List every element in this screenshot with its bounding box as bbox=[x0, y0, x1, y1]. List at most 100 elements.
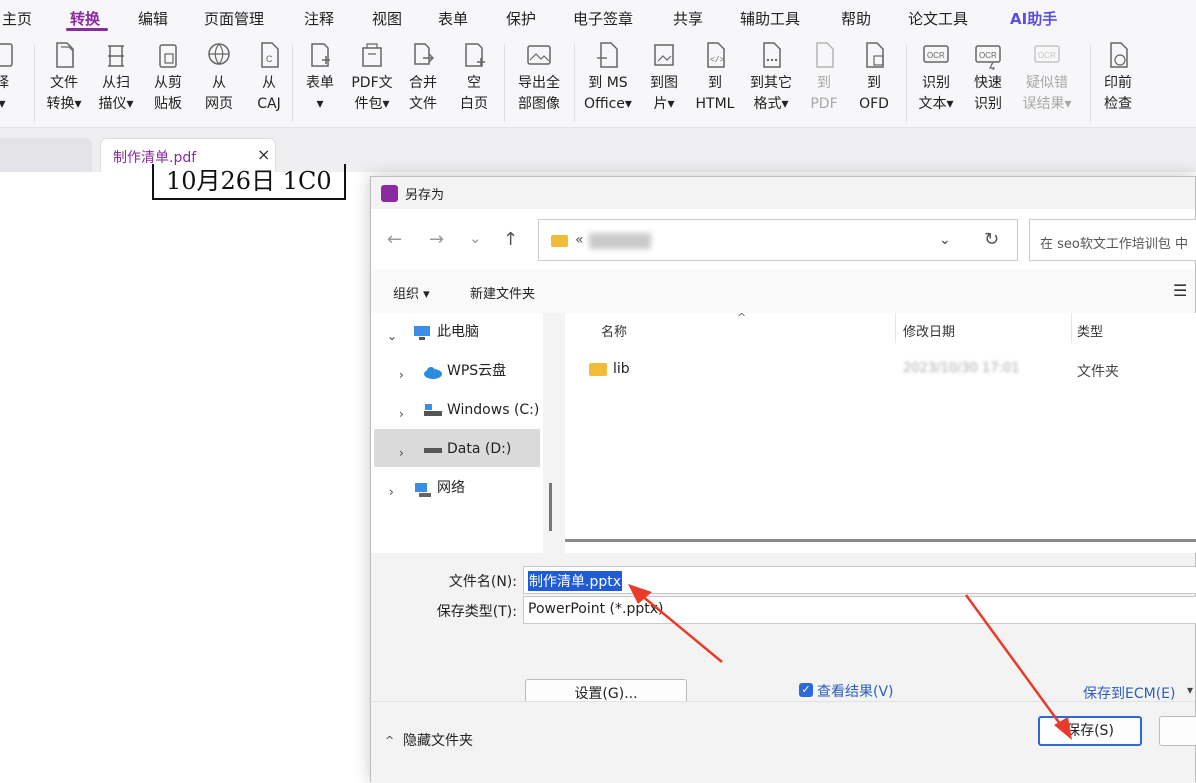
ribbon-preflight-button[interactable]: 印前 检查 bbox=[1088, 40, 1148, 124]
ocr-icon: OCR bbox=[923, 45, 949, 63]
folder-icon bbox=[589, 363, 607, 376]
new-folder-button[interactable]: 新建文件夹 bbox=[470, 283, 535, 302]
column-date-header[interactable]: 修改日期 bbox=[903, 321, 955, 340]
ribbon-export-all-images-button[interactable]: 导出全 部图像 bbox=[510, 40, 568, 124]
menu-protect[interactable]: 保护 bbox=[506, 8, 536, 29]
menu-accessibility-tools[interactable]: 辅助工具 bbox=[740, 8, 800, 29]
organize-button[interactable]: 组织 ▾ bbox=[393, 283, 430, 302]
ribbon-from-scanner-button[interactable]: 从扫 描仪▾ bbox=[86, 40, 146, 124]
menu-form[interactable]: 表单 bbox=[438, 8, 468, 29]
search-placeholder: 在 seo软文工作培训包 中 bbox=[1040, 237, 1188, 252]
ribbon-ocr-text-button[interactable]: OCR 识别 文本▾ bbox=[906, 40, 966, 124]
expand-chevron-icon[interactable]: ⌄ bbox=[387, 329, 397, 343]
svg-text:</>: </> bbox=[710, 56, 725, 65]
navigation-scrollbar[interactable] bbox=[549, 483, 552, 531]
menu-annotate[interactable]: 注释 bbox=[304, 8, 334, 29]
column-divider[interactable] bbox=[1071, 313, 1072, 343]
ribbon-select-button[interactable]: 择 ▾ bbox=[0, 40, 32, 124]
menu-thesis-tools[interactable]: 论文工具 bbox=[908, 8, 968, 29]
separator bbox=[504, 44, 505, 122]
view-result-label[interactable]: 查看结果(V) bbox=[817, 681, 894, 701]
collapse-chevron-icon[interactable]: ^ bbox=[385, 734, 394, 747]
menu-bar: 主页 转换 编辑 页面管理 注释 视图 表单 保护 电子签章 共享 辅助工具 帮… bbox=[0, 0, 1196, 34]
menu-ai-assistant[interactable]: AI助手 bbox=[1010, 8, 1057, 29]
tree-item-data-d[interactable]: Data (D:) bbox=[447, 430, 511, 468]
recent-locations-chevron-icon[interactable]: ⌄ bbox=[469, 229, 482, 247]
ribbon-to-ofd-button[interactable]: 到 OFD bbox=[844, 40, 904, 124]
ribbon-suspected-errors-button[interactable]: OCR 疑似错 误结果▾ bbox=[1016, 40, 1078, 124]
svg-text:OCR: OCR bbox=[927, 51, 945, 60]
save-button[interactable]: 保存(S) bbox=[1038, 716, 1142, 746]
previous-tab[interactable] bbox=[0, 138, 92, 172]
ribbon-to-other-format-button[interactable]: 到其它 格式▾ bbox=[740, 40, 802, 124]
file-date: 2023/10/30 17:01 bbox=[903, 361, 1020, 376]
view-menu-icon[interactable]: ☰ bbox=[1173, 281, 1187, 300]
save-options-area: 文件名(N): 制作清单.pptx 保存类型(T): PowerPoint (*… bbox=[371, 553, 1196, 783]
svg-text:OCR: OCR bbox=[1038, 51, 1056, 60]
column-type-header[interactable]: 类型 bbox=[1077, 321, 1103, 340]
blank-page-icon bbox=[465, 43, 485, 67]
clipboard-icon bbox=[159, 44, 177, 68]
tree-item-network[interactable]: 网络 bbox=[437, 469, 465, 507]
up-arrow-icon[interactable]: ↑ bbox=[503, 229, 518, 250]
menu-edit[interactable]: 编辑 bbox=[138, 8, 168, 29]
menu-convert[interactable]: 转换 bbox=[70, 8, 100, 29]
svg-text:OCR: OCR bbox=[979, 51, 997, 60]
dialog-footer: ^ 隐藏文件夹 保存(S) bbox=[371, 701, 1196, 783]
expand-chevron-icon[interactable]: › bbox=[389, 485, 394, 499]
view-result-checkbox[interactable]: ✓ bbox=[799, 683, 813, 697]
active-menu-indicator bbox=[66, 28, 108, 31]
menu-page-management[interactable]: 页面管理 bbox=[204, 8, 264, 29]
expand-chevron-icon[interactable]: › bbox=[399, 407, 404, 421]
column-divider[interactable] bbox=[895, 313, 896, 343]
filename-input[interactable]: 制作清单.pptx bbox=[523, 566, 1196, 594]
save-to-ecm-link[interactable]: 保存到ECM(E) bbox=[1083, 683, 1175, 703]
column-name-header[interactable]: 名称 bbox=[601, 321, 627, 340]
ofd-icon bbox=[866, 42, 884, 68]
ribbon-to-html-button[interactable]: </> 到 HTML bbox=[685, 40, 745, 124]
cancel-button[interactable] bbox=[1159, 716, 1196, 746]
tree-item-wps-cloud[interactable]: WPS云盘 bbox=[447, 352, 506, 390]
cloud-icon bbox=[424, 367, 442, 379]
hide-folders-button[interactable]: 隐藏文件夹 bbox=[403, 730, 473, 750]
office-icon bbox=[597, 42, 618, 68]
ribbon-form-button[interactable]: 表单 ▾ bbox=[290, 40, 350, 124]
menu-help[interactable]: 帮助 bbox=[841, 8, 871, 29]
ribbon-quick-ocr-button[interactable]: OCR 快速 识别 bbox=[958, 40, 1018, 124]
computer-icon bbox=[414, 326, 430, 340]
ribbon-to-ms-office-button[interactable]: 到 MS Office▾ bbox=[578, 40, 638, 124]
close-tab-icon[interactable]: × bbox=[257, 145, 270, 164]
menu-e-signature[interactable]: 电子签章 bbox=[573, 8, 633, 29]
ocr-errors-icon: OCR bbox=[1034, 45, 1060, 63]
folder-icon bbox=[551, 235, 568, 247]
tree-item-this-pc[interactable]: 此电脑 bbox=[437, 313, 479, 351]
ribbon-blank-page-button[interactable]: 空 白页 bbox=[444, 40, 504, 124]
menu-view[interactable]: 视图 bbox=[372, 8, 402, 29]
tree-item-windows-c[interactable]: Windows (C:) bbox=[447, 391, 539, 429]
address-dropdown-icon[interactable]: ⌄ bbox=[939, 232, 951, 248]
refresh-icon[interactable]: ↻ bbox=[984, 229, 999, 250]
dialog-title: 另存为 bbox=[405, 188, 445, 203]
ribbon-toolbar: 择 ▾ 文件 转换▾ 从扫 描仪▾ 从剪 贴板 从 网页 C 从 CAJ 表单 … bbox=[0, 34, 1196, 128]
filetype-label: 保存类型(T): bbox=[436, 604, 517, 620]
address-prefix: « bbox=[575, 232, 584, 248]
windows-drive-icon bbox=[424, 404, 442, 416]
file-convert-icon bbox=[56, 42, 74, 68]
search-input[interactable]: 在 seo软文工作培训包 中 bbox=[1029, 219, 1196, 261]
app-logo-icon bbox=[381, 185, 398, 202]
quick-ocr-icon: OCR bbox=[975, 45, 1001, 70]
svg-text:C: C bbox=[266, 54, 273, 64]
ecm-dropdown-icon[interactable]: ▾ bbox=[1187, 683, 1193, 697]
back-arrow-icon[interactable]: ← bbox=[387, 229, 402, 250]
menu-home[interactable]: 主页 bbox=[2, 8, 32, 29]
expand-chevron-icon[interactable]: › bbox=[399, 446, 404, 460]
menu-share[interactable]: 共享 bbox=[673, 8, 703, 29]
ribbon-file-convert-button[interactable]: 文件 转换▾ bbox=[34, 40, 94, 124]
forward-arrow-icon[interactable]: → bbox=[429, 229, 444, 250]
filetype-select[interactable]: PowerPoint (*.pptx) bbox=[523, 596, 1196, 624]
form-icon bbox=[311, 43, 330, 67]
address-bar[interactable]: « ⌄ ↻ bbox=[538, 219, 1018, 261]
expand-chevron-icon[interactable]: › bbox=[399, 368, 404, 382]
document-text-line: 10月26日 1C0 bbox=[152, 164, 346, 200]
horizontal-scrollbar[interactable] bbox=[565, 539, 1196, 542]
